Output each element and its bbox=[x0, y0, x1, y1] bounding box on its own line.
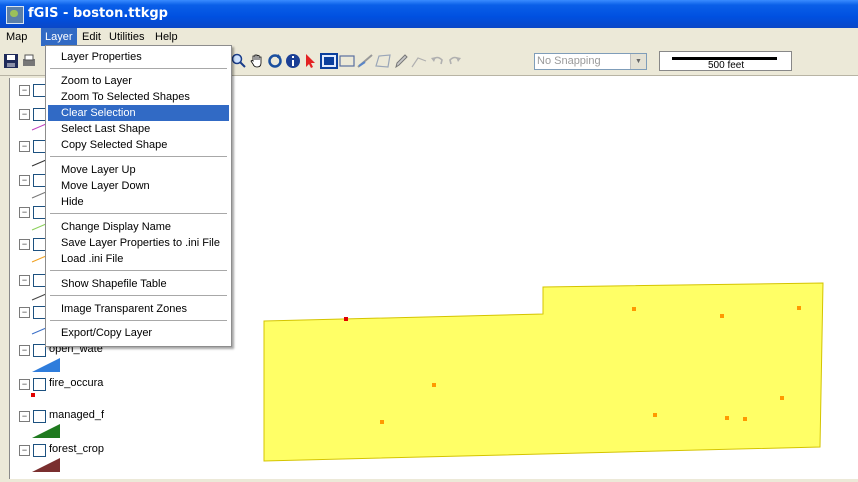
select-arrow-icon[interactable] bbox=[302, 52, 320, 70]
collapse-icon[interactable]: − bbox=[19, 239, 30, 250]
forest-crop-swatch-icon bbox=[32, 458, 60, 472]
poi-point[interactable] bbox=[743, 417, 747, 421]
menu-item-zoom-selected[interactable]: Zoom To Selected Shapes bbox=[48, 89, 229, 105]
menu-item-load-ini[interactable]: Load .ini File bbox=[48, 251, 229, 267]
poi-point[interactable] bbox=[797, 306, 801, 310]
info-icon[interactable] bbox=[284, 52, 302, 70]
menu-item-layer-properties[interactable]: Layer Properties bbox=[48, 49, 229, 65]
edit-vertex-icon[interactable] bbox=[410, 52, 428, 70]
layer-name: managed_f bbox=[49, 409, 105, 421]
menu-item-image-transparent-zones[interactable]: Image Transparent Zones bbox=[48, 301, 229, 317]
collapse-icon[interactable]: − bbox=[19, 379, 30, 390]
menu-utilities[interactable]: Utilities bbox=[105, 28, 148, 46]
poi-point[interactable] bbox=[725, 416, 729, 420]
poi-point[interactable] bbox=[632, 307, 636, 311]
layer-row-fire-occurrence[interactable]: − fire_occura bbox=[10, 376, 120, 392]
menu-item-export-copy-layer[interactable]: Export/Copy Layer bbox=[48, 325, 229, 341]
menu-separator bbox=[50, 156, 227, 157]
menu-item-copy-selected-shape[interactable]: Copy Selected Shape bbox=[48, 137, 229, 153]
select-rectangle-icon[interactable] bbox=[320, 52, 338, 70]
layer-checkbox[interactable] bbox=[33, 410, 46, 423]
collapse-icon[interactable]: − bbox=[19, 345, 30, 356]
fire-point[interactable] bbox=[344, 317, 348, 321]
redo-icon[interactable] bbox=[446, 52, 464, 70]
collapse-icon[interactable]: − bbox=[19, 307, 30, 318]
draw-rectangle-icon[interactable] bbox=[338, 52, 356, 70]
fire-point-swatch-icon bbox=[31, 393, 35, 397]
menu-item-hide[interactable]: Hide bbox=[48, 194, 229, 210]
scale-bar: 500 feet bbox=[659, 51, 792, 71]
pencil-icon[interactable] bbox=[392, 52, 410, 70]
poi-point[interactable] bbox=[720, 314, 724, 318]
menu-item-move-layer-up[interactable]: Move Layer Up bbox=[48, 162, 229, 178]
poi-point[interactable] bbox=[380, 420, 384, 424]
refresh-icon[interactable] bbox=[266, 52, 284, 70]
undo-icon[interactable] bbox=[428, 52, 446, 70]
menu-item-select-last-shape[interactable]: Select Last Shape bbox=[48, 121, 229, 137]
zoom-in-icon[interactable] bbox=[230, 52, 248, 70]
menu-help[interactable]: Help bbox=[151, 28, 182, 46]
app-icon bbox=[6, 6, 24, 24]
chevron-down-icon[interactable]: ▼ bbox=[630, 54, 646, 69]
menu-layer[interactable]: Layer bbox=[41, 28, 77, 46]
layer-row-managed[interactable]: − managed_f bbox=[10, 408, 120, 424]
menu-separator bbox=[50, 213, 227, 214]
draw-polygon-icon[interactable] bbox=[374, 52, 392, 70]
scale-bar-label: 500 feet bbox=[708, 60, 745, 71]
poi-point[interactable] bbox=[780, 396, 784, 400]
snapping-value: No Snapping bbox=[537, 55, 601, 67]
layer-name: fire_occura bbox=[49, 377, 104, 389]
window-title: fGIS - boston.ttkgp bbox=[28, 6, 168, 21]
menu-bar: Map Layer Edit Utilities Help bbox=[0, 28, 858, 46]
collapse-icon[interactable]: − bbox=[19, 109, 30, 120]
save-icon[interactable] bbox=[2, 52, 20, 70]
open-water-swatch-icon bbox=[32, 358, 60, 372]
menu-map[interactable]: Map bbox=[2, 28, 31, 46]
menu-separator bbox=[50, 320, 227, 321]
collapse-icon[interactable]: − bbox=[19, 207, 30, 218]
menu-item-save-ini[interactable]: Save Layer Properties to .ini File bbox=[48, 235, 229, 251]
parcel-polygon[interactable] bbox=[263, 282, 824, 462]
print-icon[interactable] bbox=[20, 52, 38, 70]
menu-separator bbox=[50, 270, 227, 271]
draw-line-icon[interactable] bbox=[356, 52, 374, 70]
menu-item-change-display-name[interactable]: Change Display Name bbox=[48, 219, 229, 235]
menu-item-move-layer-down[interactable]: Move Layer Down bbox=[48, 178, 229, 194]
collapse-icon[interactable]: − bbox=[19, 85, 30, 96]
menu-item-zoom-to-layer[interactable]: Zoom to Layer bbox=[48, 73, 229, 89]
poi-point[interactable] bbox=[653, 413, 657, 417]
menu-separator bbox=[50, 295, 227, 296]
collapse-icon[interactable]: − bbox=[19, 141, 30, 152]
layer-checkbox[interactable] bbox=[33, 444, 46, 457]
menu-item-clear-selection[interactable]: Clear Selection bbox=[48, 105, 229, 121]
collapse-icon[interactable]: − bbox=[19, 411, 30, 422]
title-bar: fGIS - boston.ttkgp bbox=[0, 0, 858, 28]
menu-item-show-shapefile-table[interactable]: Show Shapefile Table bbox=[48, 276, 229, 292]
legend-gutter bbox=[0, 76, 9, 479]
snapping-dropdown[interactable]: No Snapping ▼ bbox=[534, 53, 647, 70]
collapse-icon[interactable]: − bbox=[19, 175, 30, 186]
collapse-icon[interactable]: − bbox=[19, 445, 30, 456]
layer-row-forest-crop[interactable]: − forest_crop bbox=[10, 442, 120, 458]
layer-menu-dropdown: Layer Properties Zoom to Layer Zoom To S… bbox=[45, 45, 232, 347]
managed-swatch-icon bbox=[32, 424, 60, 438]
poi-point[interactable] bbox=[432, 383, 436, 387]
menu-edit[interactable]: Edit bbox=[78, 28, 105, 46]
menu-separator bbox=[50, 68, 227, 69]
collapse-icon[interactable]: − bbox=[19, 275, 30, 286]
layer-name: forest_crop bbox=[49, 443, 105, 455]
pan-hand-icon[interactable] bbox=[248, 52, 266, 70]
